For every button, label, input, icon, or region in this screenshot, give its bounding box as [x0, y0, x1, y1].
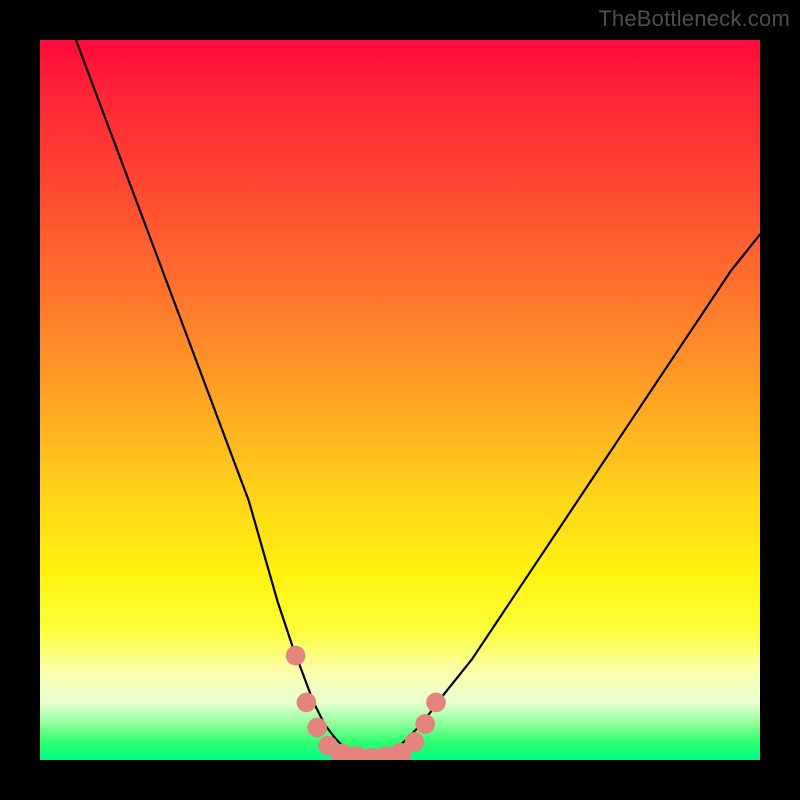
chart-frame: TheBottleneck.com — [0, 0, 800, 800]
marker-point — [297, 693, 317, 713]
plot-svg — [40, 40, 760, 760]
marker-point — [415, 714, 435, 734]
highlighted-points — [286, 646, 446, 760]
marker-point — [405, 732, 425, 752]
marker-point — [307, 718, 327, 738]
marker-point — [286, 646, 306, 666]
marker-point — [426, 693, 446, 713]
watermark-text: TheBottleneck.com — [598, 6, 790, 32]
plot-area — [40, 40, 760, 760]
bottleneck-curve — [76, 40, 760, 760]
